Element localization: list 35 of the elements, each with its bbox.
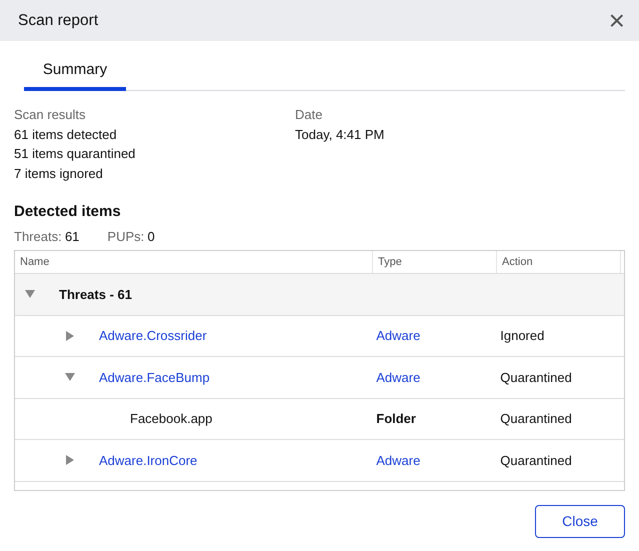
- file-name: Facebook.app: [130, 410, 212, 428]
- section-heading: Detected items: [14, 202, 122, 222]
- tab[interactable]: Summary: [24, 51, 126, 91]
- section-label: Scan results: [14, 106, 87, 124]
- action-text: Quarantined: [500, 370, 572, 384]
- threat-link[interactable]: Adware.FaceBump: [99, 368, 210, 387]
- date-text: Today, 4:41 PM: [295, 126, 386, 144]
- group-title: Threats - 61: [59, 286, 132, 304]
- action-text: Quarantined: [500, 452, 572, 468]
- expand-arrow-icon[interactable]: [65, 455, 75, 466]
- action-text: Quarantined: [500, 411, 572, 426]
- type-link[interactable]: Adware: [376, 370, 420, 384]
- result-text: 61 items detected: [14, 126, 118, 144]
- threat-link[interactable]: Adware.Crossrider: [99, 326, 207, 346]
- type-text: Folder: [376, 411, 416, 426]
- result-text: 51 items quarantined: [14, 145, 136, 163]
- count-label: Threats:: [14, 228, 62, 246]
- close-button[interactable]: ×: [608, 6, 625, 34]
- threat-link[interactable]: Adware.IronCore: [99, 450, 198, 470]
- column-header[interactable]: Action: [497, 251, 621, 273]
- expand-arrow-icon[interactable]: [65, 330, 75, 341]
- type-link[interactable]: Adware: [376, 328, 420, 343]
- window-title: Scan report: [18, 10, 98, 31]
- count-value: 0: [148, 228, 155, 246]
- count-value: 61: [64, 228, 80, 246]
- section-label: Date: [295, 106, 324, 124]
- action-text: Ignored: [500, 328, 544, 343]
- column-header[interactable]: Type: [373, 251, 497, 273]
- column-header[interactable]: Name: [15, 251, 373, 273]
- type-link[interactable]: Adware: [376, 452, 420, 468]
- close-button[interactable]: Close: [535, 505, 625, 538]
- result-text: 7 items ignored: [14, 164, 104, 183]
- count-label: PUPs:: [107, 228, 144, 246]
- collapse-arrow-icon[interactable]: [25, 289, 35, 300]
- collapse-arrow-icon[interactable]: [65, 372, 75, 382]
